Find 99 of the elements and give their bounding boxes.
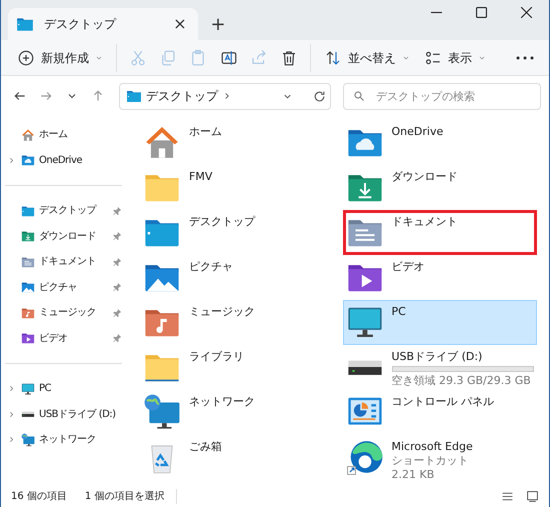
pin-icon: [112, 256, 122, 267]
sidebar-label: USBドライブ (D:): [39, 408, 117, 422]
sidebar-item[interactable]: ダウンロード: [5, 224, 122, 249]
desktop-folder-icon: [21, 204, 35, 218]
item-name: ごみ箱: [189, 440, 223, 454]
refresh-icon: [313, 90, 326, 102]
close-icon: [521, 6, 532, 18]
toolbar-menu-button[interactable]: 並べ替え: [318, 42, 416, 72]
file-item[interactable]: ごみ箱: [140, 435, 334, 480]
file-item[interactable]: OneDrive: [342, 120, 537, 165]
sidebar-item[interactable]: ピクチャ: [5, 274, 122, 300]
file-item[interactable]: ホーム: [140, 120, 334, 165]
sidebar-label: ビデオ: [39, 332, 68, 346]
item-name: コントロール パネル: [392, 395, 495, 409]
sidebar-label: ドキュメント: [39, 255, 97, 270]
selection-count: 1 個の項目を選択: [78, 488, 178, 504]
item-name: OneDrive: [392, 125, 444, 139]
item-count: 16 個の項目: [11, 490, 67, 504]
sidebar-item[interactable]: ネットワーク: [5, 427, 122, 452]
rename-icon: [220, 48, 238, 66]
sidebar-label: OneDrive: [39, 154, 84, 168]
cloud-folder-icon: [21, 153, 35, 168]
sidebar-item[interactable]: OneDrive: [5, 148, 122, 173]
file-item[interactable]: ライブラリ: [140, 345, 334, 390]
document-folder-icon: [21, 254, 35, 269]
item-detail: 空き領域 29.3 GB/29.3 GB: [392, 374, 532, 388]
pin-icon: [112, 206, 122, 216]
file-item[interactable]: ドキュメント: [342, 210, 537, 255]
item-detail: ショートカット: [392, 454, 470, 468]
desktop-folder-icon: [126, 88, 142, 104]
close-tab-button[interactable]: ×: [170, 12, 190, 36]
address-bar[interactable]: デスクトップ: [119, 82, 331, 110]
pin-icon: [112, 231, 122, 242]
share-icon: [250, 48, 268, 66]
item-name: ライブラリ: [189, 350, 245, 364]
pin-icon: [112, 333, 122, 344]
file-item[interactable]: コントロール パネル: [342, 390, 537, 435]
browser-shortcut-icon: [346, 438, 384, 476]
file-item[interactable]: FMV: [140, 165, 334, 210]
maximize-icon: [476, 6, 487, 18]
item-name: ミュージック: [189, 305, 256, 319]
sidebar-item[interactable]: PC: [5, 376, 122, 402]
music-folder-icon: [21, 306, 35, 320]
network-monitor-icon: [21, 432, 35, 447]
search-field[interactable]: デスクトップの検索: [343, 82, 541, 110]
sidebar-item[interactable]: ドキュメント: [5, 249, 122, 274]
item-name: FMV: [189, 170, 214, 184]
breadcrumb[interactable]: デスクトップ: [146, 87, 218, 105]
file-item[interactable]: ピクチャ: [140, 255, 334, 300]
item-name: デスクトップ: [189, 215, 256, 229]
sidebar-item[interactable]: デスクトップ: [5, 198, 122, 224]
file-item[interactable]: ビデオ: [342, 255, 537, 300]
tab[interactable]: デスクトップ ×: [8, 8, 198, 40]
sidebar-item[interactable]: ホーム: [5, 122, 122, 148]
item-name: Microsoft Edge: [392, 440, 474, 454]
sidebar-item[interactable]: USBドライブ (D:): [5, 402, 122, 427]
file-item[interactable]: PC: [342, 300, 537, 345]
toolbar-menu-button[interactable]: 表示: [418, 42, 492, 72]
monitor-icon: [21, 382, 35, 396]
item-detail: 2.21 KB: [392, 468, 436, 482]
file-item[interactable]: Microsoft Edge ショートカット 2.21 KB: [342, 435, 537, 480]
sidebar-item[interactable]: ビデオ: [5, 326, 122, 351]
sidebar-label: デスクトップ: [39, 204, 98, 218]
item-name: ネットワーク: [189, 395, 256, 409]
item-name: ビデオ: [392, 260, 426, 274]
video-folder-icon: [21, 331, 35, 346]
sidebar-label: PC: [39, 382, 52, 396]
sidebar-label: ネットワーク: [39, 433, 97, 448]
sidebar-label: ピクチャ: [39, 280, 78, 295]
network-monitor-icon: [143, 393, 181, 431]
file-item[interactable]: デスクトップ: [140, 210, 334, 255]
toolbar-menu-button[interactable]: 新規作成: [11, 42, 109, 72]
file-item[interactable]: ネットワーク: [140, 390, 334, 435]
tab-title: デスクトップ: [44, 16, 118, 33]
tiles-view-icon[interactable]: [526, 490, 539, 502]
pin-icon: [112, 282, 122, 292]
sidebar-label: ミュージック: [39, 306, 97, 320]
sidebar-label: ダウンロード: [39, 230, 97, 244]
item-name: USBドライブ (D:): [392, 350, 484, 364]
item-name: ドキュメント: [392, 215, 458, 229]
more-icon: [516, 56, 534, 60]
file-item[interactable]: ダウンロード: [342, 165, 537, 210]
add-icon: [17, 48, 35, 66]
picture-folder-icon: [21, 280, 35, 294]
file-item[interactable]: ミュージック: [140, 300, 334, 345]
new-tab-button[interactable]: +: [198, 8, 238, 40]
house-icon: [21, 128, 35, 142]
download-folder-icon: [21, 229, 35, 244]
scissors-icon: [128, 48, 147, 66]
item-name: ダウンロード: [392, 170, 458, 184]
item-name: PC: [392, 305, 407, 319]
sidebar-label: ホーム: [39, 128, 68, 142]
copy-icon: [159, 48, 178, 66]
search-icon: [353, 90, 365, 102]
item-name: ピクチャ: [189, 260, 234, 274]
sidebar-item[interactable]: ミュージック: [5, 300, 122, 326]
item-name: ホーム: [189, 125, 223, 139]
pin-icon: [112, 308, 122, 318]
file-item[interactable]: USBドライブ (D:) 空き領域 29.3 GB/29.3 GB: [342, 345, 537, 390]
